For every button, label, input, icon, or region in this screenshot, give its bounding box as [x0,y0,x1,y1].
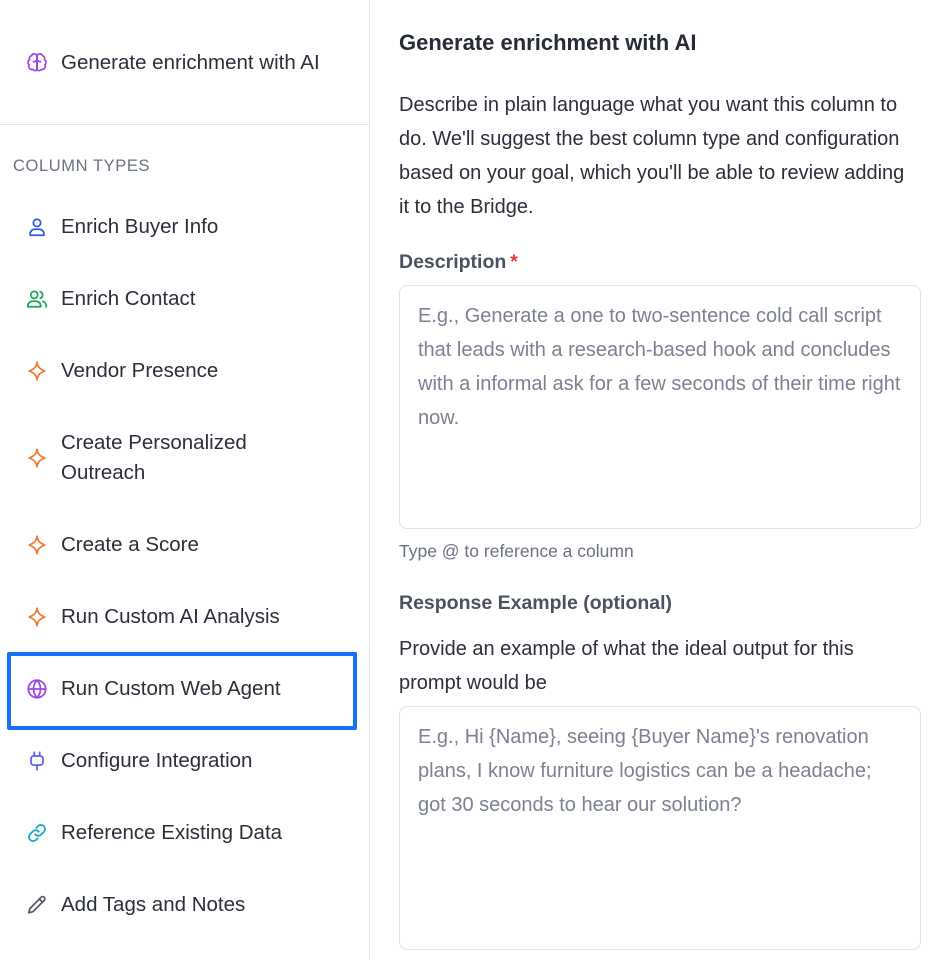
sidebar-item-run-custom-web-agent[interactable]: Run Custom Web Agent [24,674,355,704]
sparkle-icon [24,445,50,471]
sidebar-item-label: Enrich Buyer Info [61,215,219,238]
sidebar-top-section: Generate enrichment with AI [0,0,369,125]
users-icon [24,286,50,312]
sidebar-item-label: Vendor Presence [61,359,219,382]
globe-icon [24,676,50,702]
sidebar-item-label: Run Custom Web Agent [61,677,281,700]
panel-description: Describe in plain language what you want… [399,94,905,218]
sparkle-icon [24,604,50,630]
description-textarea[interactable] [399,285,921,529]
user-icon [24,214,50,240]
sidebar-item-add-tags-and-notes[interactable]: Add Tags and Notes [24,890,355,920]
sidebar-item-vendor-presence[interactable]: Vendor Presence [24,356,355,386]
sidebar-item-label: Configure Integration [61,749,253,772]
sparkle-icon [24,358,50,384]
sidebar-item-generate-enrichment[interactable]: Generate enrichment with AI [24,48,355,78]
sidebar: Generate enrichment with AI COLUMN TYPES… [0,0,370,960]
section-label-column-types: COLUMN TYPES [13,157,151,175]
description-label: Description * [399,251,518,274]
required-marker: * [510,251,518,273]
sidebar-item-label: Create a Score [61,533,199,556]
response-example-help: Provide an example of what the ideal out… [399,638,854,694]
sidebar-item-enrich-contact[interactable]: Enrich Contact [24,284,355,314]
sidebar-item-enrich-buyer-info[interactable]: Enrich Buyer Info [24,212,355,242]
link-icon [24,820,50,846]
reference-column-hint: Type @ to reference a column [399,541,634,561]
sidebar-item-create-a-score[interactable]: Create a Score [24,530,355,560]
sidebar-item-reference-existing-data[interactable]: Reference Existing Data [24,818,355,848]
response-example-label: Response Example (optional) [399,592,673,614]
sidebar-item-label: Add Tags and Notes [61,893,246,916]
sidebar-item-configure-integration[interactable]: Configure Integration [24,746,355,776]
panel-title: Generate enrichment with AI [399,30,697,55]
plug-icon [24,748,50,774]
sidebar-item-label: Create Personalized Outreach [61,431,247,484]
response-example-textarea[interactable] [399,706,921,950]
pencil-icon [24,892,50,918]
sidebar-item-label: Enrich Contact [61,287,196,310]
sidebar-item-create-personalized-outreach[interactable]: Create Personalized Outreach [24,428,284,488]
brain-icon [24,50,50,76]
sparkle-icon [24,532,50,558]
sidebar-item-run-custom-ai-analysis[interactable]: Run Custom AI Analysis [24,602,355,632]
sidebar-item-label: Generate enrichment with AI [61,51,320,74]
sidebar-item-label: Run Custom AI Analysis [61,605,280,628]
sidebar-item-label: Reference Existing Data [61,821,283,844]
description-label-text: Description [399,251,507,273]
